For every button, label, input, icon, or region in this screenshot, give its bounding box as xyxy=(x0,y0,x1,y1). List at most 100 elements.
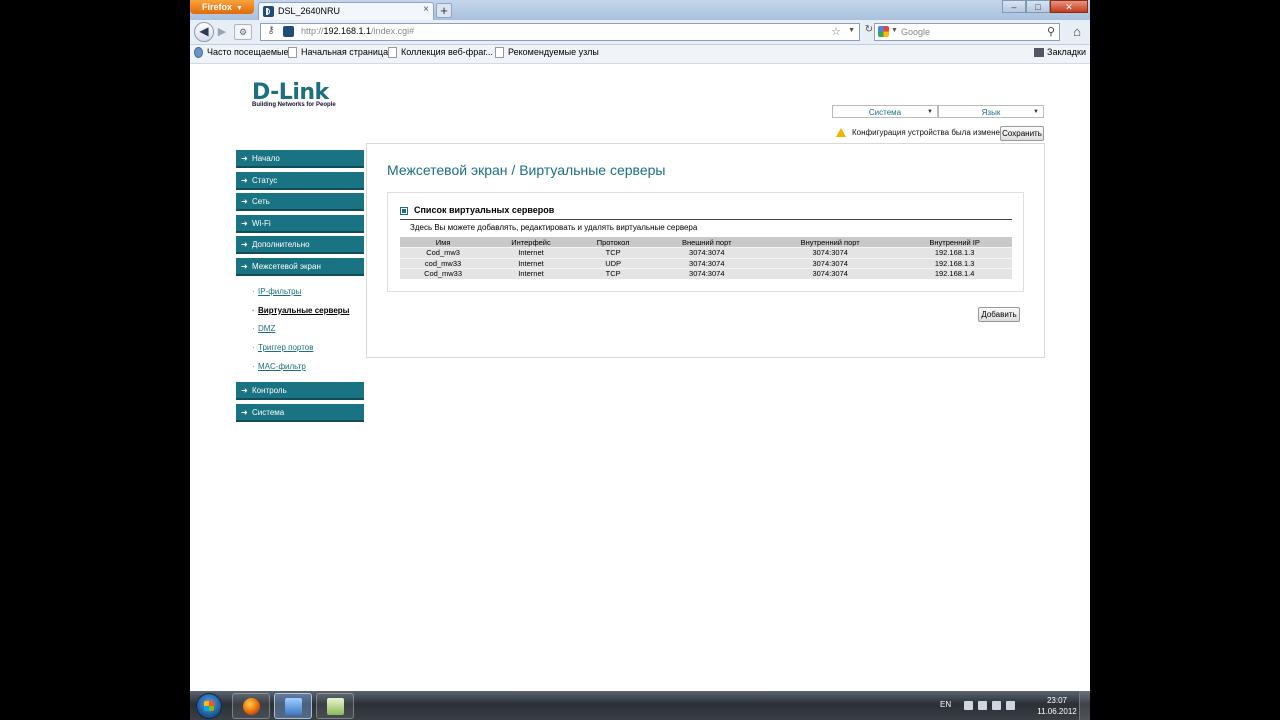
language-select-label: Язык xyxy=(981,108,1001,117)
bullet-icon: · xyxy=(252,343,255,353)
search-icon[interactable]: ⚲ xyxy=(1047,25,1055,38)
tools-icon[interactable]: ⚙ xyxy=(234,24,252,40)
search-input[interactable]: Google xyxy=(901,27,930,37)
panel-title-text: Список виртуальных серверов xyxy=(414,205,555,215)
page-icon xyxy=(388,47,397,59)
sidebar-item-label: Контроль xyxy=(252,386,287,396)
table-row[interactable]: Cod_mw3 Internet TCP 3074:3074 3074:3074… xyxy=(400,247,1012,258)
language-select[interactable]: Язык ▼ xyxy=(938,105,1044,118)
column-header: Протокол xyxy=(575,237,651,248)
address-bar[interactable]: ⚷ http://192.168.1.1/index.cgi# ☆ ▼ xyxy=(260,23,860,41)
warning-text: Конфигурация устройства была изменена xyxy=(852,128,1009,137)
search-engine-dropdown-icon[interactable]: ▼ xyxy=(891,27,898,34)
table-row[interactable]: cod_mw33 Internet UDP 3074:3074 3074:307… xyxy=(400,257,1012,269)
bookmark-star-icon[interactable]: ☆ xyxy=(831,25,841,38)
table-row[interactable]: Cod_mw33 Internet TCP 3074:3074 3074:307… xyxy=(400,268,1012,279)
clock-time: 23:07 xyxy=(1046,696,1068,705)
save-button[interactable]: Сохранить xyxy=(1000,126,1044,141)
back-button[interactable]: ◀ xyxy=(194,22,214,42)
taskbar-firefox[interactable] xyxy=(232,693,270,719)
sidebar-item-firewall[interactable]: ➜ Межсетевой экран xyxy=(236,257,364,276)
firefox-icon xyxy=(243,698,260,715)
clock[interactable]: 23:07 11.06.2012 xyxy=(1027,695,1087,717)
dlink-logo: D-Link Building Networks for People xyxy=(252,82,336,109)
column-header: Имя xyxy=(400,237,487,248)
taskbar-app[interactable] xyxy=(316,693,354,719)
sidebar-item-label: Межсетевой экран xyxy=(252,261,321,271)
bullet-icon: · xyxy=(252,287,255,296)
url-history-dropdown-icon[interactable]: ▼ xyxy=(848,27,855,34)
add-button[interactable]: Добавить xyxy=(978,307,1020,322)
submenu-virtual-servers[interactable]: · Виртуальные серверы xyxy=(236,302,364,321)
sidebar-item-wifi[interactable]: ➜ Wi-Fi xyxy=(236,214,364,233)
table-cell: 192.168.1.3 xyxy=(897,257,1012,269)
bookmark-label: Коллекция веб-фраг... xyxy=(401,47,493,57)
firefox-menu-label: Firefox xyxy=(202,2,233,12)
network-icon[interactable] xyxy=(992,701,1001,710)
volume-icon[interactable] xyxy=(1006,701,1015,710)
bookmark-item[interactable]: Рекомендуемые узлы xyxy=(495,47,599,59)
search-bar[interactable]: ▼ Google ⚲ xyxy=(874,23,1060,41)
chevron-down-icon: ▼ xyxy=(1033,109,1039,115)
browser-window: Firefox ▼ DSL_2640NRU × + – □ ✕ ◀ ▶ ⚙ ⚷ htt… xyxy=(190,0,1090,720)
page-icon xyxy=(288,47,297,59)
table-cell: 192.168.1.4 xyxy=(897,268,1012,279)
browser-tab[interactable]: DSL_2640NRU × xyxy=(258,2,434,20)
url-text[interactable]: http://192.168.1.1/index.cgi# xyxy=(301,26,414,36)
sidebar-item-label: Система xyxy=(252,407,285,417)
show-desktop-button[interactable] xyxy=(1079,691,1090,720)
explorer-icon xyxy=(285,698,302,715)
close-window-icon[interactable]: ✕ xyxy=(1050,0,1088,13)
column-header: Интерфейс xyxy=(486,237,576,248)
flag-icon[interactable] xyxy=(978,701,987,710)
tab-title: DSL_2640NRU xyxy=(278,6,341,16)
site-identity-icon[interactable] xyxy=(283,26,294,37)
submenu-mac-filter[interactable]: · MAC-фильтр xyxy=(236,358,364,377)
sidebar-item-control[interactable]: ➜ Контроль xyxy=(236,382,364,401)
system-select[interactable]: Система ▼ xyxy=(832,105,938,118)
submenu-dmz[interactable]: · DMZ xyxy=(236,320,364,339)
maximize-icon[interactable]: □ xyxy=(1026,0,1050,13)
close-tab-icon[interactable]: × xyxy=(423,4,429,15)
forward-button[interactable]: ▶ xyxy=(214,25,230,39)
sidebar-item-advanced[interactable]: ➜ Дополнительно xyxy=(236,236,364,254)
language-indicator[interactable]: EN xyxy=(940,700,951,709)
table-cell: 192.168.1.3 xyxy=(897,247,1012,258)
bookmarks-menu-button[interactable]: Закладки xyxy=(1034,47,1086,58)
sidebar-item-home[interactable]: ➜ Начало xyxy=(236,150,364,168)
new-tab-button[interactable]: + xyxy=(436,3,452,18)
key-icon: ⚷ xyxy=(267,25,275,36)
sidebar-item-label: Сеть xyxy=(252,197,270,206)
config-changed-warning: Конфигурация устройства была изменена xyxy=(836,128,1009,138)
chevron-down-icon: ▼ xyxy=(927,109,933,115)
sidebar-item-system[interactable]: ➜ Система xyxy=(236,403,364,422)
table-cell: UDP xyxy=(575,257,651,269)
bookmark-item[interactable]: Коллекция веб-фраг... xyxy=(388,47,493,59)
arrow-right-icon: ➜ xyxy=(241,175,248,185)
bookmark-item[interactable]: Часто посещаемые xyxy=(194,47,289,59)
submenu-ip-filters[interactable]: · IP-фильтры xyxy=(236,283,364,302)
url-host: 192.168.1.1 xyxy=(323,26,372,36)
submenu-port-trigger[interactable]: · Триггер портов xyxy=(236,339,364,358)
table-cell: 3074:3074 xyxy=(650,257,764,269)
sidebar-item-network[interactable]: ➜ Сеть xyxy=(236,193,364,211)
content-area: Межсетевой экран / Виртуальные серверы С… xyxy=(366,143,1045,358)
taskbar-explorer[interactable] xyxy=(274,693,312,719)
home-icon[interactable]: ⌂ xyxy=(1068,23,1086,41)
keyboard-icon[interactable] xyxy=(964,701,973,710)
minimize-icon[interactable]: – xyxy=(1002,0,1026,13)
start-button[interactable] xyxy=(196,693,222,719)
bullet-icon: · xyxy=(252,361,255,371)
submenu-label: DMZ xyxy=(258,324,276,334)
firefox-menu-button[interactable]: Firefox ▼ xyxy=(190,0,254,14)
bookmark-item[interactable]: Начальная страница xyxy=(288,47,388,59)
sidebar-item-status[interactable]: ➜ Статус xyxy=(236,171,364,190)
table-cell: Internet xyxy=(486,247,576,258)
sidebar-item-label: Wi-Fi xyxy=(252,218,271,228)
sidebar-item-label: Дополнительно xyxy=(252,240,310,249)
google-icon[interactable] xyxy=(878,26,889,37)
table-cell: TCP xyxy=(575,247,651,258)
url-prefix: http:// xyxy=(301,26,324,36)
table-cell: 3074:3074 xyxy=(650,247,764,258)
arrow-right-icon: ➜ xyxy=(241,407,248,417)
